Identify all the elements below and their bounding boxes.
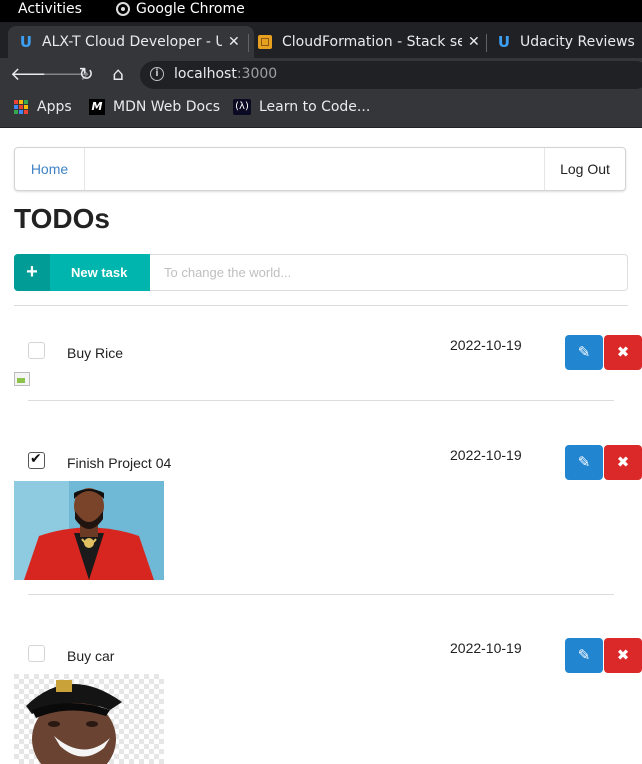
mdn-icon: M [89, 99, 105, 115]
todo-checkbox[interactable] [28, 342, 45, 359]
todo-date: 2022-10-19 [450, 640, 522, 656]
edit-todo-button[interactable]: ✎ [565, 445, 603, 480]
close-tab-icon[interactable]: ✕ [228, 34, 240, 50]
pencil-icon: ✎ [577, 646, 591, 664]
new-task-label: New task [71, 265, 128, 280]
app-name: Google Chrome [136, 1, 245, 17]
aws-icon [258, 35, 272, 49]
logout-button[interactable]: Log Out [544, 148, 625, 190]
tab-separator [248, 34, 249, 52]
new-task-button[interactable]: + New task [14, 254, 150, 291]
todo-name: Finish Project 04 [67, 455, 172, 471]
todo-attachment-image [14, 674, 164, 764]
todo-divider [28, 594, 614, 595]
bookmark-freecodecamp[interactable]: (λ) Learn to Code... [233, 99, 370, 115]
bookmark-label: Apps [37, 99, 72, 115]
freecodecamp-icon: (λ) [233, 99, 251, 115]
tab-title: CloudFormation - Stack se [282, 34, 462, 50]
todo-date: 2022-10-19 [450, 447, 522, 463]
tab-strip: U ALX-T Cloud Developer - U ✕ CloudForma… [0, 22, 642, 58]
todo-name: Buy car [67, 648, 115, 664]
close-icon: ✖ [616, 646, 630, 664]
bookmark-apps[interactable]: Apps [14, 99, 72, 115]
close-icon: ✖ [616, 343, 630, 361]
todo-divider [28, 400, 614, 401]
browser-toolbar: 🡐 🡒 ↻ ⌂ i localhost:3000 [0, 58, 642, 92]
url-port: :3000 [236, 66, 278, 82]
reload-icon[interactable]: ↻ [74, 63, 98, 87]
udacity-icon: U [497, 33, 511, 51]
app-menu[interactable]: Google Chrome [116, 1, 245, 17]
chrome-icon [116, 2, 130, 16]
close-icon: ✖ [616, 453, 630, 471]
forward-arrow-icon[interactable]: 🡒 [42, 63, 90, 87]
bookmarks-bar: Apps M MDN Web Docs (λ) Learn to Code... [0, 92, 642, 128]
udacity-icon: U [19, 33, 33, 51]
bookmark-label: Learn to Code... [259, 99, 371, 115]
tab-udacity-reviews[interactable]: U Udacity Reviews [496, 26, 642, 58]
address-bar[interactable]: i localhost:3000 [140, 61, 642, 89]
todo-checkbox[interactable] [28, 645, 45, 662]
url-host: localhost [174, 66, 237, 82]
pencil-icon: ✎ [577, 453, 591, 471]
bookmark-label: MDN Web Docs [113, 99, 221, 115]
edit-todo-button[interactable]: ✎ [565, 638, 603, 673]
plus-icon: + [14, 254, 50, 291]
pencil-icon: ✎ [577, 343, 591, 361]
page-content: Home Log Out TODOs + New task Buy Rice 2… [0, 128, 642, 764]
delete-todo-button[interactable]: ✖ [604, 335, 642, 370]
apps-grid-icon [14, 100, 28, 114]
tab-separator [486, 34, 487, 52]
system-top-bar: Activities Google Chrome [0, 0, 642, 22]
tab-cloudformation[interactable]: CloudFormation - Stack se ✕ [258, 26, 480, 58]
delete-todo-button[interactable]: ✖ [604, 445, 642, 480]
home-link[interactable]: Home [15, 148, 85, 190]
home-icon[interactable]: ⌂ [106, 63, 130, 87]
close-tab-icon[interactable]: ✕ [468, 34, 480, 50]
activities-button[interactable]: Activities [18, 1, 82, 17]
todo-attachment-image [14, 481, 164, 580]
site-info-icon[interactable]: i [150, 67, 164, 81]
new-task-input[interactable] [150, 254, 628, 291]
todo-name: Buy Rice [67, 345, 124, 361]
tab-alx-cloud-developer[interactable]: U ALX-T Cloud Developer - U ✕ [8, 26, 254, 58]
divider [14, 305, 628, 306]
bookmark-mdn[interactable]: M MDN Web Docs [89, 99, 220, 115]
tab-title: ALX-T Cloud Developer - U [42, 34, 222, 50]
url-text: localhost:3000 [174, 66, 277, 82]
top-menu: Home Log Out [14, 147, 626, 191]
tab-title: Udacity Reviews [520, 34, 635, 50]
todo-checkbox-checked[interactable] [28, 451, 45, 469]
edit-todo-button[interactable]: ✎ [565, 335, 603, 370]
back-arrow-icon[interactable]: 🡐 [10, 63, 58, 87]
broken-image-icon [14, 372, 30, 386]
page-title: TODOs [14, 203, 110, 234]
todo-date: 2022-10-19 [450, 337, 522, 353]
delete-todo-button[interactable]: ✖ [604, 638, 642, 673]
